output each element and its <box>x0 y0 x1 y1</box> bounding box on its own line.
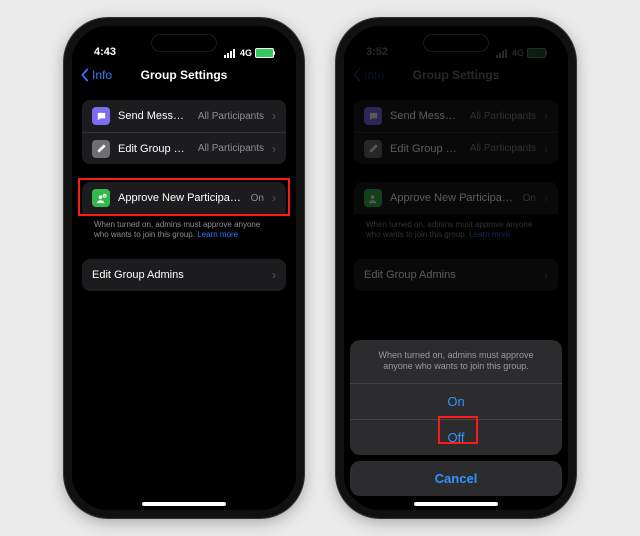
chevron-right-icon: › <box>544 142 548 156</box>
phone-left: 4:43 4G Info Group Settings Send Messag <box>64 18 304 518</box>
back-button[interactable]: Info <box>352 68 384 82</box>
content: Send Messages All Participants › Edit Gr… <box>72 100 296 510</box>
row-approve-participants: Approve New Participants On › <box>354 182 558 214</box>
sheet-header: When turned on, admins must approve anyo… <box>350 340 562 384</box>
row-edit-settings[interactable]: Edit Group Settings All Participants › <box>82 132 286 164</box>
status-right: 4G <box>496 48 546 58</box>
approve-description: When turned on, admins must approve anyo… <box>354 214 558 241</box>
chevron-left-icon <box>80 68 90 82</box>
approve-icon <box>92 189 110 207</box>
permissions-group: Send Messages All Participants › Edit Gr… <box>354 100 558 164</box>
row-label: Send Messages <box>390 110 462 122</box>
network-label: 4G <box>240 48 252 58</box>
pencil-icon <box>364 140 382 158</box>
row-value: All Participants <box>470 143 536 154</box>
row-label: Approve New Participants <box>118 192 243 204</box>
back-label: Info <box>92 68 112 82</box>
action-sheet: When turned on, admins must approve anyo… <box>350 340 562 496</box>
sheet-cancel-button[interactable]: Cancel <box>350 461 562 496</box>
row-edit-admins[interactable]: Edit Group Admins › <box>82 259 286 291</box>
network-label: 4G <box>512 48 524 58</box>
row-edit-admins: Edit Group Admins › <box>354 259 558 291</box>
row-edit-settings: Edit Group Settings All Participants › <box>354 132 558 164</box>
signal-icon <box>224 49 235 58</box>
chevron-right-icon: › <box>544 268 548 282</box>
row-value: On <box>523 193 536 204</box>
chevron-right-icon: › <box>272 142 276 156</box>
row-label: Edit Group Admins <box>364 269 536 281</box>
home-indicator[interactable] <box>414 502 498 506</box>
row-value: All Participants <box>198 143 264 154</box>
sheet-option-on[interactable]: On <box>350 384 562 420</box>
home-indicator[interactable] <box>142 502 226 506</box>
approve-group: Approve New Participants On › When turne… <box>82 182 286 241</box>
chevron-right-icon: › <box>544 109 548 123</box>
row-send-messages: Send Messages All Participants › <box>354 100 558 132</box>
chat-icon <box>364 107 382 125</box>
row-label: Edit Group Settings <box>390 143 462 155</box>
pencil-icon <box>92 140 110 158</box>
row-send-messages[interactable]: Send Messages All Participants › <box>82 100 286 132</box>
screen: 3:52 4G Info Group Settings Send Messag <box>344 26 568 510</box>
chevron-right-icon: › <box>272 109 276 123</box>
chevron-right-icon: › <box>544 191 548 205</box>
battery-icon <box>527 48 546 58</box>
sheet-body: When turned on, admins must approve anyo… <box>350 340 562 455</box>
row-value: All Participants <box>198 111 264 122</box>
permissions-group: Send Messages All Participants › Edit Gr… <box>82 100 286 164</box>
row-value: On <box>251 193 264 204</box>
status-right: 4G <box>224 48 274 58</box>
phone-right: 3:52 4G Info Group Settings Send Messag <box>336 18 576 518</box>
admins-group: Edit Group Admins › <box>82 259 286 291</box>
row-approve-participants[interactable]: Approve New Participants On › <box>82 182 286 214</box>
approve-description: When turned on, admins must approve anyo… <box>82 214 286 241</box>
row-label: Edit Group Admins <box>92 269 264 281</box>
nav-title: Group Settings <box>413 68 500 82</box>
learn-more-link: Learn more <box>469 230 510 239</box>
admins-group: Edit Group Admins › <box>354 259 558 291</box>
sheet-option-off[interactable]: Off <box>350 420 562 455</box>
screen: 4:43 4G Info Group Settings Send Messag <box>72 26 296 510</box>
row-value: All Participants <box>470 111 536 122</box>
learn-more-link[interactable]: Learn more <box>197 230 238 239</box>
chevron-right-icon: › <box>272 191 276 205</box>
signal-icon <box>496 49 507 58</box>
status-time: 3:52 <box>366 46 388 58</box>
row-label: Edit Group Settings <box>118 143 190 155</box>
nav-title: Group Settings <box>141 68 228 82</box>
chevron-right-icon: › <box>272 268 276 282</box>
row-label: Send Messages <box>118 110 190 122</box>
nav-bar: Info Group Settings <box>72 60 296 90</box>
back-button[interactable]: Info <box>80 68 112 82</box>
back-label: Info <box>364 68 384 82</box>
chevron-left-icon <box>352 68 362 82</box>
approve-group: Approve New Participants On › When turne… <box>354 182 558 241</box>
approve-icon <box>364 189 382 207</box>
battery-icon <box>255 48 274 58</box>
row-label: Approve New Participants <box>390 192 515 204</box>
chat-icon <box>92 107 110 125</box>
dynamic-island <box>151 34 217 52</box>
status-time: 4:43 <box>94 46 116 58</box>
nav-bar: Info Group Settings <box>344 60 568 90</box>
dynamic-island <box>423 34 489 52</box>
